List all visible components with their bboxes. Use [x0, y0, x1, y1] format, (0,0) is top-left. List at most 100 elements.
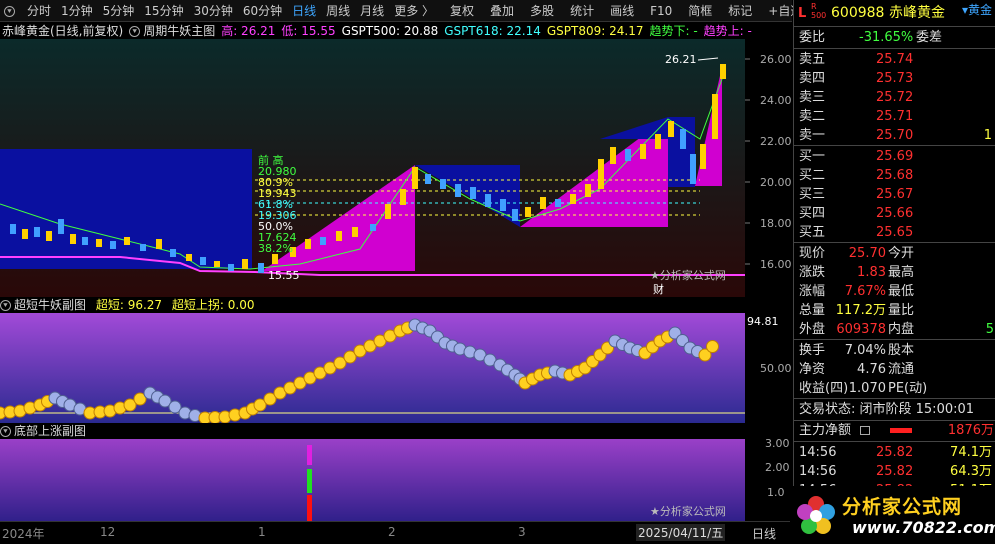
min-price-label: 15.55 [268, 269, 300, 282]
main-kline-chart[interactable]: 前 高20.98080.9%19.94361.8%19.30650.0%17.6… [0, 39, 792, 297]
ask-row[interactable]: 卖一 25.70 1 [794, 126, 995, 145]
bid-row[interactable]: 买三 25.67 [794, 185, 995, 204]
tick-volume: 64.3万 [950, 464, 992, 479]
period-day[interactable]: 日线 [287, 0, 321, 22]
candle [700, 144, 706, 169]
candle [625, 149, 631, 161]
time-axis: 2024年 12 1 2 3 2025/04/11/五 日线 [0, 521, 792, 544]
simple-frame-button[interactable]: 简框 [683, 0, 717, 22]
stat-value: 609378 [836, 322, 886, 337]
circle-icon[interactable]: ⯆ [0, 0, 22, 22]
period-30min[interactable]: 30分钟 [189, 0, 238, 22]
period-week[interactable]: 周线 [321, 0, 355, 22]
xaxis-label: 1 [258, 525, 266, 539]
divider [794, 145, 995, 146]
bid-row[interactable]: 买二 25.68 [794, 166, 995, 185]
ask-label: 卖五 [799, 52, 826, 67]
fib-label: 38.2% [258, 242, 293, 255]
candle [440, 179, 446, 189]
period-15min[interactable]: 15分钟 [139, 0, 188, 22]
stat-value: 1.070 [848, 381, 886, 396]
price-tick: 18.00 [760, 217, 792, 230]
candle [170, 249, 176, 257]
multi-stock-button[interactable]: 多股 [525, 0, 559, 22]
candle [640, 144, 646, 159]
candle [258, 263, 264, 273]
period-switch[interactable]: 日线 [752, 525, 776, 542]
chevron-down-icon: ⯆ [129, 26, 141, 37]
ask-price: 25.70 [876, 128, 914, 143]
ask-label: 卖二 [799, 109, 826, 124]
overlay-button[interactable]: 叠加 [485, 0, 519, 22]
bid-row[interactable]: 买五 25.65 [794, 223, 995, 242]
sub1-indicator-selector[interactable]: ⯆ 超短牛妖副图 [0, 298, 86, 312]
period-fenshi[interactable]: 分时 [22, 0, 56, 22]
xaxis-label: 12 [100, 525, 116, 539]
candle [156, 239, 162, 249]
gspt500-value: GSPT500: 20.88 [341, 23, 439, 38]
sub2-axis: 3.00 2.00 1.0 [745, 439, 792, 521]
sub1-axis: 94.81 50.00 [745, 313, 792, 423]
stat-label: 总量 [799, 303, 826, 318]
sub1-chart[interactable]: 94.81 50.00 [0, 313, 792, 423]
ask-row[interactable]: 卖二 25.71 [794, 107, 995, 126]
period-more[interactable]: 更多 〉 [389, 0, 439, 22]
main-flow-label: 主力净额 [799, 423, 852, 438]
stat-label-2: 内盘 [888, 322, 915, 337]
divider [794, 441, 995, 442]
quote-panel: L R 500 600988 赤峰黄金 ▾黄金 委比 -31.65% 委差 卖五 2… [790, 0, 995, 544]
low-value: 低: 15.55 [281, 24, 336, 38]
price-tick: 26.00 [760, 53, 792, 66]
candle [200, 257, 206, 265]
bid-label: 买一 [799, 149, 826, 164]
smiley-up-marker [706, 340, 719, 353]
candle [370, 224, 376, 231]
sub2-background [0, 439, 745, 521]
bid-row[interactable]: 买四 25.66 [794, 204, 995, 223]
list-icon[interactable] [860, 426, 870, 435]
ask-price: 25.71 [876, 109, 914, 124]
stats-button[interactable]: 统计 [565, 0, 599, 22]
tick-volume: 74.1万 [950, 445, 992, 460]
period-1min[interactable]: 1分钟 [56, 0, 98, 22]
candle [34, 227, 40, 237]
bid-row[interactable]: 买一 25.69 [794, 147, 995, 166]
period-60min[interactable]: 60分钟 [238, 0, 287, 22]
ask-label: 卖三 [799, 90, 826, 105]
sub2-chart[interactable]: ★分析家公式网 3.00 2.00 1.0 [0, 439, 792, 521]
weibi-value: -31.65% [859, 30, 914, 45]
candle [272, 254, 278, 264]
high-value: 高: 26.21 [221, 24, 276, 38]
stat-value: 7.04% [844, 343, 886, 358]
sector-tag[interactable]: ▾黄金 [962, 1, 992, 20]
indicator-selector[interactable]: ⯆ 周期牛妖主图 [129, 22, 215, 39]
app-window: ⯆ 分时 1分钟 5分钟 15分钟 30分钟 60分钟 日线 周线 月线 更多 … [0, 0, 995, 544]
stat-row: 涨跌 1.83 最高 [794, 263, 995, 282]
bid-price: 25.65 [876, 225, 914, 240]
candle [585, 184, 591, 197]
financial-marker: 财 [653, 282, 664, 296]
indicator-name: 周期牛妖主图 [143, 24, 216, 38]
f10-button[interactable]: F10 [645, 0, 677, 22]
sub1-value: 超短: 96.27 [95, 298, 163, 312]
period-5min[interactable]: 5分钟 [98, 0, 140, 22]
stat-row: 收益(四) 1.070 PE(动) [794, 379, 995, 398]
ask-row[interactable]: 卖三 25.72 [794, 88, 995, 107]
candle [598, 159, 604, 189]
fuquan-button[interactable]: 复权 [445, 0, 479, 22]
brand-name: 分析家公式网 [842, 496, 963, 518]
stat-label: 涨幅 [799, 284, 826, 299]
max-price-label: 26.21 [665, 53, 697, 66]
stat-label-2: 最高 [888, 265, 915, 280]
chevron-down-icon: ⯆ [0, 426, 11, 437]
bid-label: 买三 [799, 187, 826, 202]
candle [455, 184, 461, 197]
ask-row[interactable]: 卖四 25.73 [794, 69, 995, 88]
stat-label-2: 量比 [888, 303, 915, 318]
period-month[interactable]: 月线 [355, 0, 389, 22]
sub2-indicator-selector[interactable]: ⯆ 底部上涨副图 [0, 424, 86, 438]
divider [794, 26, 995, 27]
draw-line-button[interactable]: 画线 [605, 0, 639, 22]
ask-row[interactable]: 卖五 25.74 [794, 50, 995, 69]
mark-button[interactable]: 标记 [723, 0, 757, 22]
